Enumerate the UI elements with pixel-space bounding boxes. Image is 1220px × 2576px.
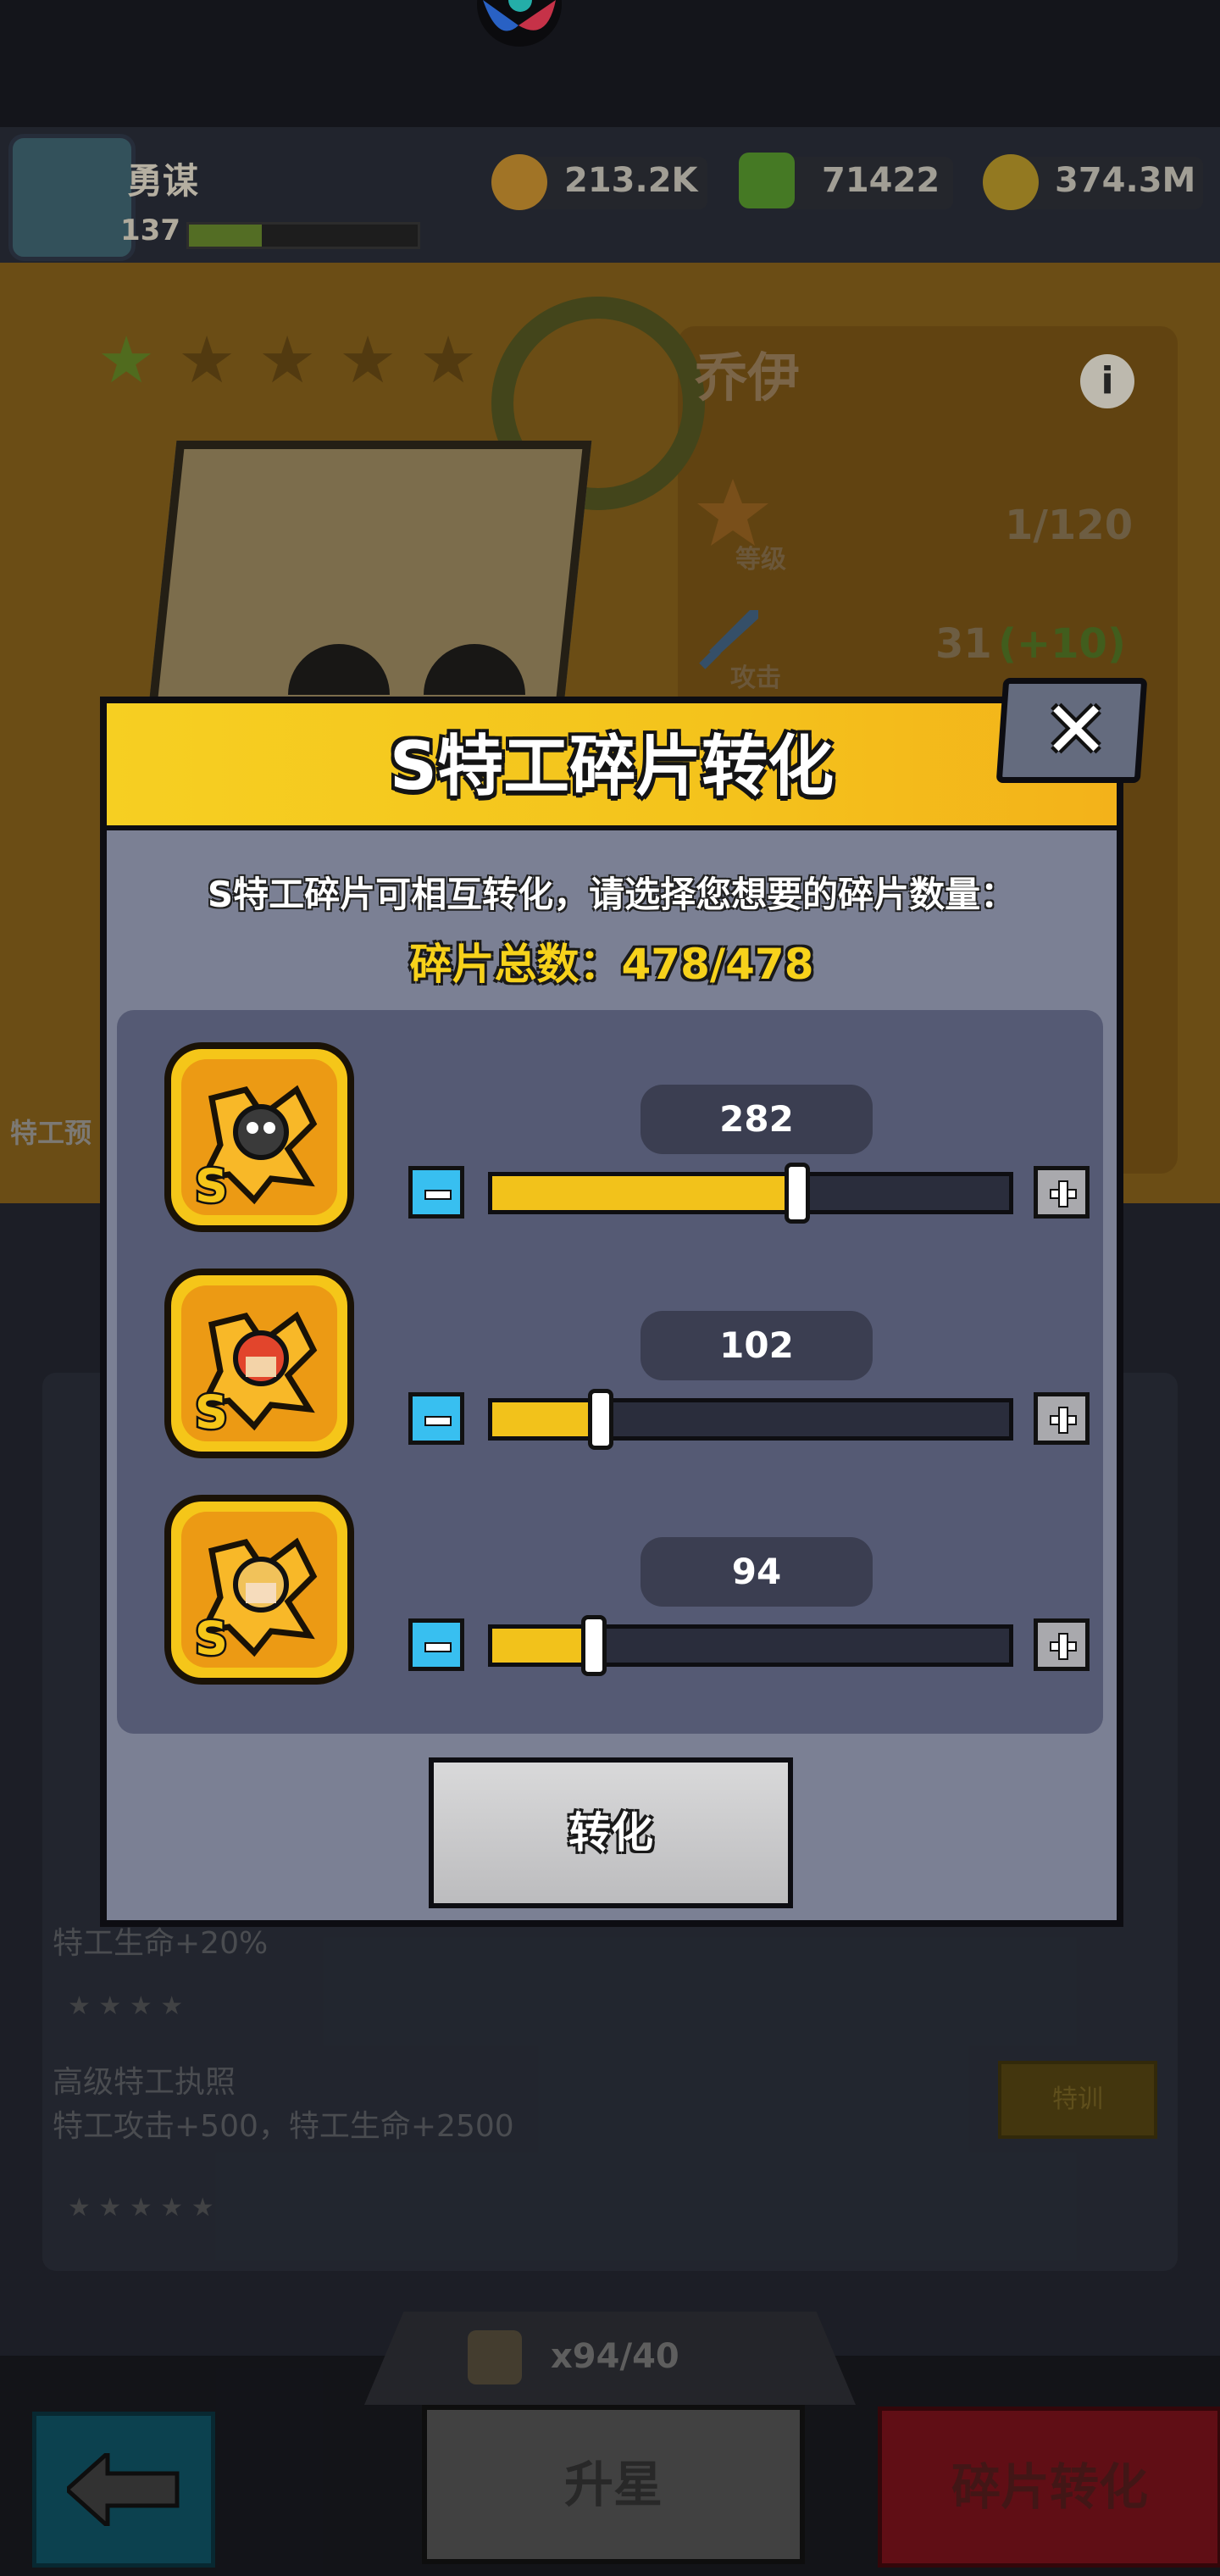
decrease-button[interactable]: [408, 1392, 464, 1445]
shard-slider[interactable]: [488, 1163, 1013, 1224]
shard-amount: 102: [640, 1311, 873, 1380]
shard-total: 碎片总数：478/478: [409, 940, 814, 989]
shard-slider[interactable]: [488, 1389, 1013, 1450]
decrease-button[interactable]: [408, 1166, 464, 1219]
shard-blonde-agent-icon: S: [164, 1495, 354, 1685]
decrease-button[interactable]: [408, 1618, 464, 1671]
svg-text:S: S: [195, 1159, 228, 1213]
shard-slider[interactable]: [488, 1615, 1013, 1676]
increase-button[interactable]: [1034, 1618, 1090, 1671]
shard-skull-agent-icon: S: [164, 1042, 354, 1232]
shard-amount: 282: [640, 1085, 873, 1154]
svg-text:S: S: [195, 1612, 228, 1665]
slider-handle[interactable]: [784, 1163, 810, 1224]
close-icon[interactable]: ✕: [1034, 678, 1118, 783]
slider-handle[interactable]: [588, 1389, 614, 1450]
svg-text:S: S: [195, 1385, 228, 1439]
increase-button[interactable]: [1034, 1166, 1090, 1219]
slider-fill: [492, 1629, 595, 1663]
dialog-title: S特工碎片转化: [389, 729, 835, 805]
dialog-description: S特工碎片可相互转化，请选择您想要的碎片数量：: [207, 874, 1017, 915]
increase-button[interactable]: [1034, 1392, 1090, 1445]
shard-red-hair-agent-icon: S: [164, 1269, 354, 1458]
slider-fill: [492, 1402, 602, 1436]
shard-amount: 94: [640, 1537, 873, 1607]
slider-fill: [492, 1176, 797, 1210]
convert-button[interactable]: 转化: [429, 1757, 793, 1908]
slider-handle[interactable]: [581, 1615, 607, 1676]
